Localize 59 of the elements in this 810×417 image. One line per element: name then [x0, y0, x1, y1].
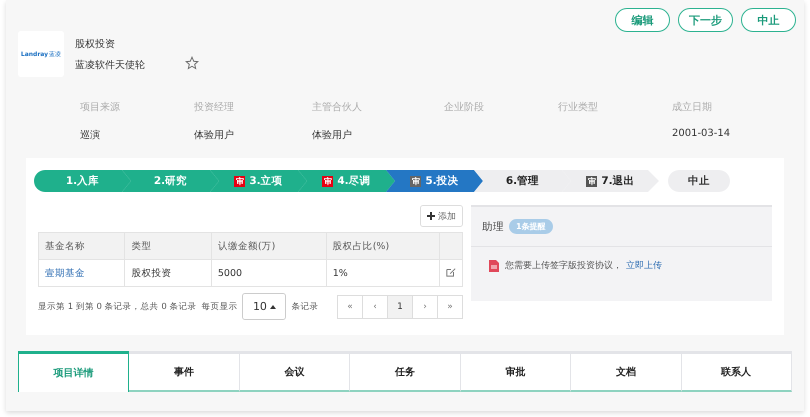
field-value: 体验用户 [194, 128, 235, 140]
action-button[interactable]: 下一步 [678, 8, 733, 32]
field-value: 体验用户 [312, 128, 353, 140]
reminder-message: 您需要上传签字版投资协议， 立即上传 [505, 260, 662, 272]
stop-step[interactable]: 中止 [668, 170, 730, 192]
page-button[interactable]: ‹ [362, 294, 388, 318]
edit-icon[interactable] [446, 266, 456, 276]
tab[interactable]: 任务 [350, 354, 461, 392]
document-icon [489, 260, 499, 272]
table-cell: 5000 [211, 260, 326, 286]
tab[interactable]: 会议 [240, 354, 350, 392]
column-header: 基金名称 [38, 232, 125, 260]
fund-link[interactable]: 壹期基金 [45, 268, 85, 278]
field-value: 2001-03-14 [672, 128, 732, 140]
caret-icon [270, 304, 276, 308]
workflow-step[interactable]: 审 7.退出 [562, 170, 659, 192]
approval-badge: 审 [322, 176, 334, 186]
table-cell: 1% [326, 260, 440, 286]
star-icon[interactable] [185, 56, 199, 70]
field-label: 成立日期 [672, 100, 713, 114]
page-button[interactable]: « [337, 294, 363, 318]
approval-badge: 审 [234, 176, 246, 186]
field-label: 投资经理 [194, 100, 235, 114]
column-header: 认缴金额(万) [211, 232, 326, 260]
project-name: 蓝凌软件天使轮 [75, 58, 145, 72]
field-label: 企业阶段 [444, 100, 485, 114]
reminder-badge: 1条提醒 [509, 219, 553, 234]
tab[interactable]: 文档 [571, 354, 682, 392]
field-value: 巡演 [80, 128, 101, 140]
page-button[interactable]: 1 [387, 294, 413, 318]
page-button[interactable]: › [412, 294, 438, 318]
workflow-step[interactable]: 6.管理 [474, 170, 571, 192]
action-button[interactable]: 中止 [741, 8, 796, 32]
add-button[interactable]: 添加 [420, 205, 463, 227]
upload-link[interactable]: 立即上传 [626, 261, 662, 271]
column-header: 类型 [124, 232, 212, 260]
table-cell: 股权投资 [124, 260, 212, 286]
tab[interactable]: 联系人 [682, 354, 792, 392]
field-label: 行业类型 [558, 100, 599, 114]
action-button[interactable]: 编辑 [615, 8, 670, 32]
per-page-label: 每页显示 [201, 300, 238, 312]
tab[interactable]: 事件 [129, 354, 240, 392]
assistant-title: 助理 [482, 220, 504, 234]
per-page-suffix: 条记录 [291, 300, 318, 312]
pagination-summary: 显示第 1 到第 0 条记录，总共 0 条记录 [38, 300, 196, 312]
tab[interactable]: 审批 [460, 354, 572, 392]
project-category: 股权投资 [75, 38, 116, 50]
plus-icon [427, 212, 435, 220]
page-size-select[interactable]: 10 [242, 293, 286, 320]
page-button[interactable]: » [437, 294, 463, 318]
workflow-step[interactable]: 审 5.投决 [386, 170, 483, 192]
workflow-step[interactable]: 审 3.立项 [210, 170, 307, 192]
approval-badge: 审 [586, 176, 598, 186]
field-label: 主管合伙人 [312, 100, 363, 114]
field-label: 项目来源 [80, 100, 121, 114]
workflow-step[interactable]: 审 4.尽调 [298, 170, 395, 192]
tab[interactable]: 项目详情 [18, 351, 130, 392]
column-header: 股权占比(%) [326, 232, 440, 260]
approval-badge: 审 [410, 176, 422, 186]
